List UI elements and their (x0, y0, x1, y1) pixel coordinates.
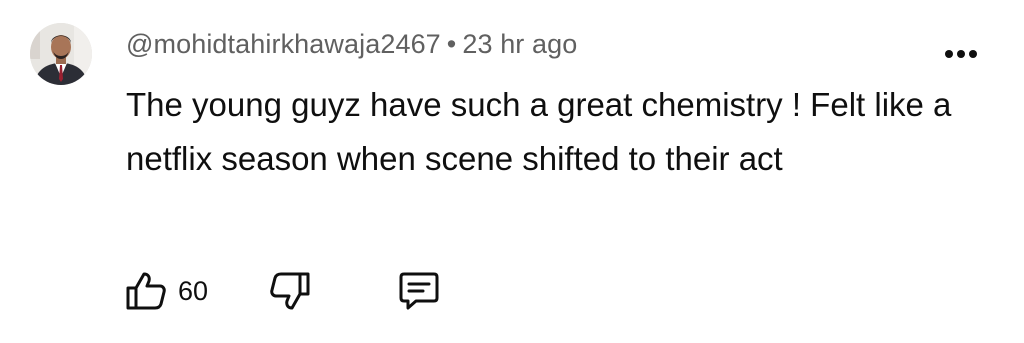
thumbs-up-outline-icon (126, 272, 166, 310)
like-button[interactable]: 60 (122, 266, 222, 316)
more-options-icon (945, 50, 977, 58)
reply-button[interactable] (398, 266, 444, 316)
author-handle[interactable]: @mohidtahirkhawaja2467 (126, 29, 441, 59)
dislike-button[interactable] (270, 266, 316, 316)
comment-text: The young guyz have such a great chemist… (126, 86, 952, 177)
thumbs-down-outline-icon (270, 272, 310, 310)
like-count: 60 (178, 276, 209, 306)
avatar[interactable] (30, 23, 92, 85)
comment-actions: 60 (122, 266, 482, 316)
more-options-button[interactable] (943, 44, 979, 64)
comment-meta: @mohidtahirkhawaja2467 • 23 hr ago (126, 29, 577, 60)
comment-bubble-icon (399, 272, 439, 310)
meta-separator: • (446, 29, 457, 59)
comment-card: @mohidtahirkhawaja2467 • 23 hr ago The you… (0, 0, 1024, 343)
avatar-photo (30, 23, 92, 85)
comment-timestamp: 23 hr ago (462, 29, 578, 59)
